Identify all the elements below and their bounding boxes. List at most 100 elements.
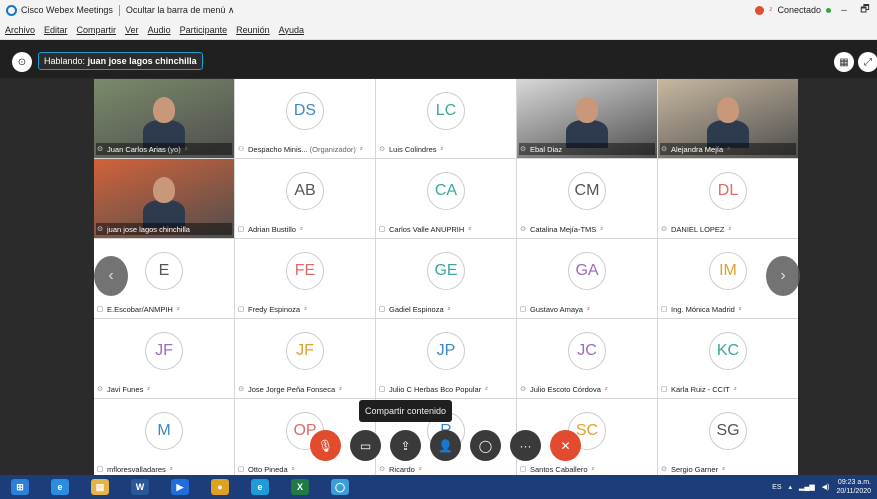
participant-name: Santos Caballero <box>530 464 588 474</box>
media-player-icon-slot[interactable]: ▶ <box>160 475 200 499</box>
computer-icon: ▢ <box>237 226 245 233</box>
participant-name: Ing. Mónica Madrid <box>671 304 735 314</box>
participants-button[interactable]: 👤 <box>430 430 461 461</box>
muted-icon: ᶻ <box>722 464 725 474</box>
participant-name: Otto Pineda <box>248 464 288 474</box>
participant-name-bar: ▢ Otto Pineda ᶻ <box>237 463 373 475</box>
participant-avatar: SG <box>709 412 747 450</box>
word-icon-slot[interactable]: W <box>120 475 160 499</box>
participant-tile[interactable]: ⊙ Juan Carlos Arias (yo) ᶻ <box>94 79 234 158</box>
muted-icon: ᶻ <box>591 464 595 474</box>
share-button[interactable]: ⇪ <box>390 430 421 461</box>
previous-page-button[interactable]: ‹ <box>94 256 128 296</box>
computer-icon: ▢ <box>378 306 386 313</box>
menu-compartir[interactable]: Compartir <box>77 25 117 35</box>
participant-tile[interactable]: JF ⊙ Jose Jorge Peña Fonseca ᶻ <box>235 319 375 398</box>
participant-tile[interactable]: CM ⊙ Catalina Mejía-TMS ᶻ <box>517 159 657 238</box>
participant-name: Sergio Garner <box>671 464 719 474</box>
webex-logo-icon <box>6 4 17 16</box>
participant-tile[interactable]: DS ⚇ Despacho Minis... (Organizador) ᶻ <box>235 79 375 158</box>
participant-tile[interactable]: ⊙ Alejandra Mejía ᶻ <box>658 79 798 158</box>
participant-tile[interactable]: AB ▢ Adrian Bustillo ᶻ <box>235 159 375 238</box>
layout-button[interactable]: ▦ <box>834 52 854 72</box>
menu-reunion[interactable]: Reunión <box>236 25 270 35</box>
participant-name: Gustavo Amaya <box>530 304 583 314</box>
participant-name: mfloresvalladares <box>107 464 166 474</box>
expand-icon: ⤢ <box>864 56 872 68</box>
participant-tile[interactable]: DL ⊙ DANIEL LOPEZ ᶻ <box>658 159 798 238</box>
video-button[interactable]: ▭ <box>350 430 381 461</box>
excel-icon-slot[interactable]: X <box>280 475 320 499</box>
participant-tile[interactable]: JC ⊙ Julio Escoto Córdova ᶻ <box>517 319 657 398</box>
connection-indicator-icon <box>826 7 831 13</box>
menu-archivo[interactable]: Archivo <box>5 25 35 35</box>
file-explorer-icon-slot[interactable]: ▤ <box>80 475 120 499</box>
participant-tile[interactable]: LC ⊙ Luis Colindres ᶻ <box>376 79 516 158</box>
participant-name-bar: ⊙ juan jose lagos chinchilla <box>96 223 232 235</box>
menu-participante[interactable]: Participante <box>180 25 228 35</box>
participant-name-bar: ⊙ Jose Jorge Peña Fonseca ᶻ <box>237 383 373 395</box>
webex-taskbar-icon-slot[interactable]: ◯ <box>320 475 360 499</box>
participant-tile[interactable]: CA ▢ Carlos Valle ANUPRIH ᶻ <box>376 159 516 238</box>
participant-name-bar: ▢ Julio C Herbas Bco Popular ᶻ <box>378 383 514 395</box>
windows-taskbar: ⊞ e ▤ W ▶ ● e X ◯ ES ▴ ▂▄▆ ◀) 09:23 a.m. 20/11/2… <box>0 475 877 499</box>
fullscreen-button[interactable]: ⤢ <box>858 52 877 72</box>
mute-icon: 🎙 <box>317 438 334 453</box>
ie-icon-slot[interactable]: e <box>40 475 80 499</box>
participant-name: Julio C Herbas Bco Popular <box>389 384 482 394</box>
minimize-button[interactable]: – <box>836 5 852 16</box>
participant-name-bar: ⊙ Catalina Mejía-TMS ᶻ <box>519 223 655 235</box>
participant-tile[interactable]: ⊙ Ebal Diaz <box>517 79 657 158</box>
muted-icon: ᶻ <box>147 384 151 394</box>
leave-button[interactable]: ✕ <box>550 430 581 461</box>
system-tray: ES ▴ ▂▄▆ ◀) 09:23 a.m. 20/11/2020 <box>772 475 871 499</box>
participant-avatar: JC <box>568 332 606 370</box>
participant-name: Juan Carlos Arias <box>107 144 166 154</box>
muted-icon: ᶻ <box>447 304 451 314</box>
share-tooltip: Compartir contenido <box>359 400 452 422</box>
media-player-icon: ▶ <box>171 479 189 495</box>
start-button-slot[interactable]: ⊞ <box>0 475 40 499</box>
muted-mic-icon: ᶻ <box>769 5 773 15</box>
phone-audio-icon: ⊙ <box>661 466 667 473</box>
participant-name: Julio Escoto Córdova <box>530 384 601 394</box>
menu-ver[interactable]: Ver <box>125 25 139 35</box>
edge-icon-slot[interactable]: e <box>240 475 280 499</box>
chat-button[interactable]: ◯ <box>470 430 501 461</box>
participant-name: juan jose lagos chinchilla <box>107 224 190 234</box>
participant-tile[interactable]: KC ▢ Karla Ruiz - CCIT ᶻ <box>658 319 798 398</box>
chrome-icon-slot[interactable]: ● <box>200 475 240 499</box>
phone-audio-icon: ⊙ <box>379 466 385 473</box>
computer-icon: ▢ <box>519 306 527 313</box>
participant-avatar: FE <box>286 252 324 290</box>
phone-audio-icon: ⊙ <box>661 146 667 153</box>
clock-time: 09:23 a.m. <box>837 479 871 486</box>
tray-chevron-icon[interactable]: ▴ <box>789 483 793 491</box>
hide-menu-button[interactable]: Ocultar la barra de menú ∧ <box>126 5 235 16</box>
participant-tile[interactable]: M ▢ mfloresvalladares ᶻ <box>94 399 234 478</box>
language-indicator[interactable]: ES <box>772 484 781 491</box>
more-button[interactable]: ··· <box>510 430 541 461</box>
meeting-info-button[interactable]: ⊙ <box>12 52 32 72</box>
participant-tile[interactable]: GE ▢ Gadiel Espinoza ᶻ <box>376 239 516 318</box>
participant-name: E.Escobar/ANMPIH <box>107 304 173 314</box>
next-page-button[interactable]: › <box>766 256 800 296</box>
restore-button[interactable]: 🗗 <box>857 2 873 19</box>
participant-tile[interactable]: JP ▢ Julio C Herbas Bco Popular ᶻ <box>376 319 516 398</box>
network-icon[interactable]: ▂▄▆ <box>799 483 815 491</box>
menu-editar[interactable]: Editar <box>44 25 68 35</box>
participant-name: Ricardo <box>389 464 415 474</box>
phone-audio-icon: ⊙ <box>520 386 526 393</box>
participant-tile[interactable]: SG ⊙ Sergio Garner ᶻ <box>658 399 798 478</box>
menu-ayuda[interactable]: Ayuda <box>279 25 304 35</box>
participant-tile[interactable]: GA ▢ Gustavo Amaya ᶻ <box>517 239 657 318</box>
participant-tile[interactable]: JF ⊙ Javi Funes ᶻ <box>94 319 234 398</box>
clock[interactable]: 09:23 a.m. 20/11/2020 <box>836 478 871 496</box>
volume-icon[interactable]: ◀) <box>822 483 830 491</box>
menu-audio[interactable]: Audio <box>148 25 171 35</box>
muted-icon: ᶻ <box>604 384 608 394</box>
participant-tile[interactable]: ⊙ juan jose lagos chinchilla <box>94 159 234 238</box>
word-icon: W <box>131 479 149 495</box>
participant-tile[interactable]: FE ▢ Fredy Espinoza ᶻ <box>235 239 375 318</box>
mute-button[interactable]: 🎙 <box>310 430 341 461</box>
